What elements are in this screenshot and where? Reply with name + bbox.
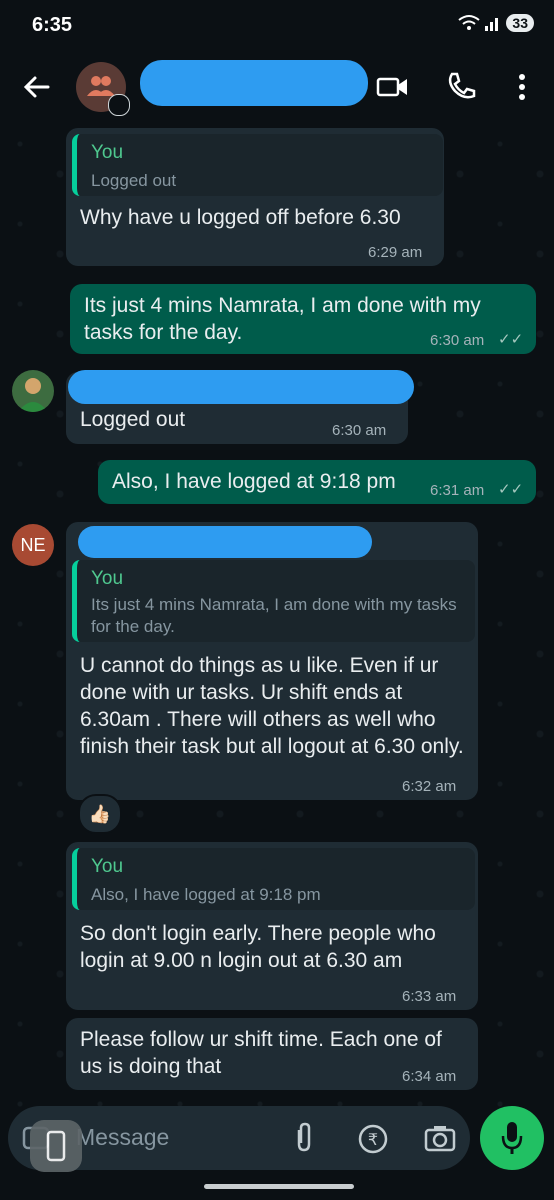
message-bubble-incoming[interactable]: You Logged out Why have u logged off bef… xyxy=(66,128,444,266)
status-bar: 6:35 33 xyxy=(0,0,554,52)
signal-icon xyxy=(485,18,499,31)
rupee-payment-icon[interactable]: ₹ xyxy=(358,1124,388,1154)
sender-initials-avatar[interactable]: NE xyxy=(12,524,54,566)
video-call-icon[interactable] xyxy=(376,70,410,104)
quoted-message[interactable]: You Also, I have logged at 9:18 pm xyxy=(72,848,475,910)
quoted-sender: You xyxy=(91,568,124,589)
sender-avatar[interactable] xyxy=(12,370,54,412)
read-ticks-icon: ✓✓ xyxy=(498,331,524,348)
home-indicator xyxy=(204,1184,354,1189)
status-time: 6:35 xyxy=(32,14,73,36)
quoted-sender: You xyxy=(91,856,124,877)
sender-name-redaction xyxy=(68,370,414,404)
message-bubble-incoming[interactable]: You Its just 4 mins Namrata, I am done w… xyxy=(66,522,478,800)
message-text: U cannot do things as u like. Even if ur… xyxy=(80,654,464,758)
group-avatar-icon xyxy=(87,76,115,96)
mic-icon xyxy=(501,1122,523,1154)
back-arrow-icon[interactable] xyxy=(20,70,54,104)
quoted-text: Also, I have logged at 9:18 pm xyxy=(91,885,321,904)
message-bubble-outgoing[interactable]: Also, I have logged at 9:18 pm 6:31 am ✓… xyxy=(98,460,536,504)
message-text: So don't login early. There people who l… xyxy=(80,922,436,972)
phone-screen-icon[interactable] xyxy=(30,1120,82,1172)
message-input[interactable]: Message xyxy=(76,1124,169,1151)
message-time: 6:29 am xyxy=(368,244,423,261)
message-time: 6:32 am xyxy=(402,778,457,795)
message-bubble-incoming[interactable]: Please follow ur shift time. Each one of… xyxy=(66,1018,478,1090)
mic-button[interactable] xyxy=(480,1106,544,1170)
message-time: 6:33 am xyxy=(402,988,457,1005)
avatar-photo-icon xyxy=(18,378,48,412)
message-bubble-incoming[interactable]: You Also, I have logged at 9:18 pm So do… xyxy=(66,842,478,1010)
message-text: Logged out xyxy=(80,408,186,431)
attach-icon[interactable] xyxy=(292,1122,316,1154)
message-time: 6:34 am xyxy=(402,1068,457,1085)
message-time: 6:30 am xyxy=(332,422,387,439)
chat-title-redaction[interactable] xyxy=(140,60,368,106)
quoted-sender: You xyxy=(91,142,124,163)
voice-call-icon[interactable] xyxy=(444,70,478,104)
message-time: 6:30 am xyxy=(430,332,485,349)
chat-header xyxy=(0,52,554,124)
message-bubble-outgoing[interactable]: Its just 4 mins Namrata, I am done with … xyxy=(70,284,536,354)
more-options-icon[interactable] xyxy=(505,70,539,104)
quoted-message[interactable]: You Its just 4 mins Namrata, I am done w… xyxy=(72,560,475,642)
wifi-icon xyxy=(458,15,481,30)
battery-level: 33 xyxy=(506,14,534,32)
reaction-thumbs-up-icon[interactable]: 👍🏻 xyxy=(78,794,122,834)
svg-text:₹: ₹ xyxy=(368,1130,378,1149)
message-time: 6:31 am xyxy=(430,482,485,499)
group-avatar[interactable] xyxy=(76,62,130,116)
sender-name-redaction xyxy=(78,526,372,558)
message-text: Why have u logged off before 6.30 xyxy=(80,206,401,229)
status-badge xyxy=(108,94,130,116)
quoted-text: Its just 4 mins Namrata, I am done with … xyxy=(91,595,457,636)
camera-icon[interactable] xyxy=(424,1124,456,1152)
quoted-message[interactable]: You Logged out xyxy=(72,134,443,196)
status-icons: 33 xyxy=(458,14,534,32)
quoted-text: Logged out xyxy=(91,171,177,190)
read-ticks-icon: ✓✓ xyxy=(498,481,524,498)
message-text: Also, I have logged at 9:18 pm xyxy=(112,470,396,493)
